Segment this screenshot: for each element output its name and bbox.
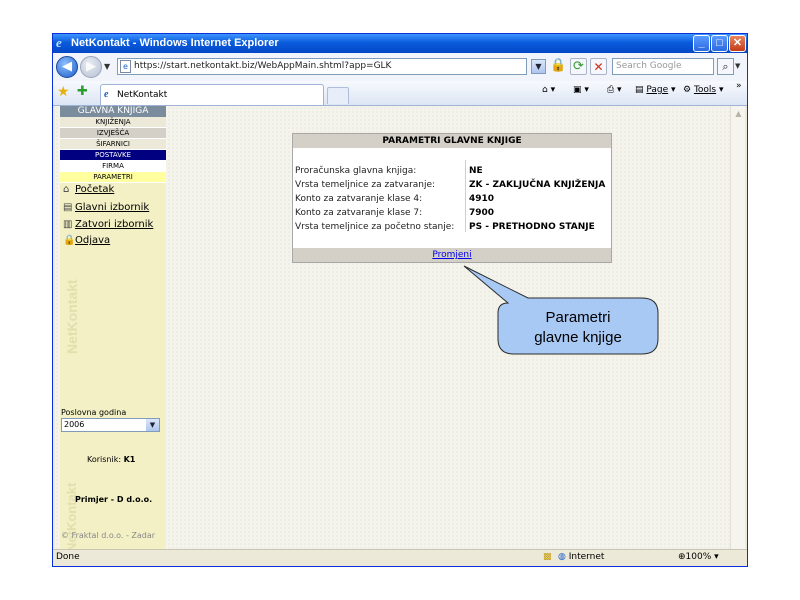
callout-line2: glavne knjige	[534, 329, 622, 346]
callout-line1: Parametri	[545, 309, 611, 326]
callout-text: Parametri glavne knjige	[498, 308, 658, 348]
callout-bubble	[463, 265, 659, 355]
